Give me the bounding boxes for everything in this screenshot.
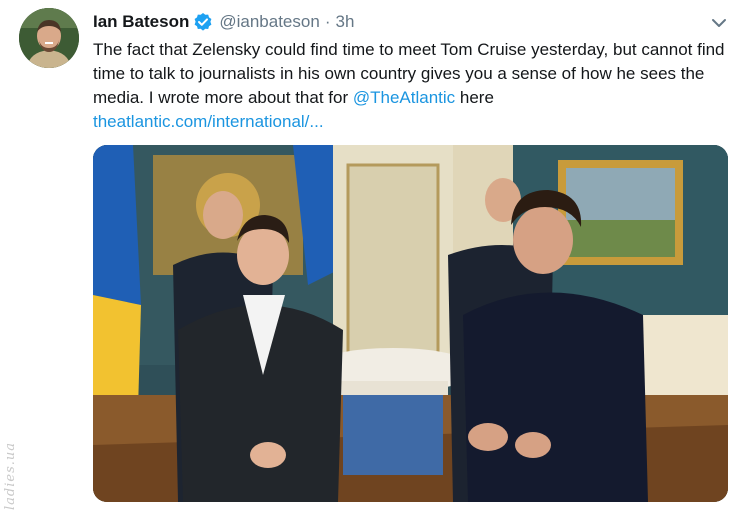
- tweet-header: Ian Bateson @ianbateson · 3h: [93, 10, 354, 34]
- article-link[interactable]: theatlantic.com/international/...: [93, 112, 324, 131]
- tweet-card[interactable]: Ian Bateson @ianbateson · 3h The fact th…: [0, 0, 743, 518]
- separator: ·: [324, 12, 331, 31]
- chevron-down-icon[interactable]: [708, 12, 730, 34]
- tweet-text-tail: here: [455, 88, 494, 107]
- tweet-text: The fact that Zelensky could find time t…: [93, 38, 728, 134]
- watermark: ladies.ua: [3, 441, 18, 510]
- author-name[interactable]: Ian Bateson: [93, 12, 189, 32]
- author-handle[interactable]: @ianbateson: [219, 12, 319, 32]
- timestamp[interactable]: 3h: [335, 12, 354, 32]
- verified-badge-icon: [193, 12, 213, 32]
- avatar[interactable]: [19, 8, 79, 68]
- tweet-photo[interactable]: [93, 145, 728, 502]
- mention-link[interactable]: @TheAtlantic: [353, 88, 455, 107]
